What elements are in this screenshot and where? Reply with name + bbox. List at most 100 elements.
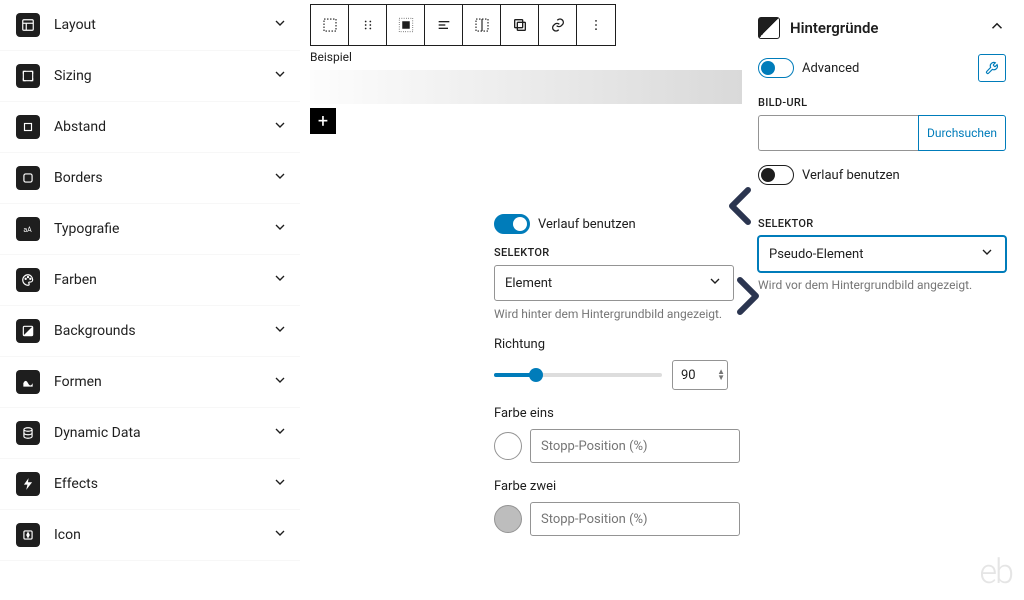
spacing-icon [16, 115, 40, 139]
sidebar-item-label: Icon [54, 527, 272, 543]
color2-label: Farbe zwei [494, 479, 740, 494]
browse-button[interactable]: Durchsuchen [918, 115, 1006, 151]
image-url-input[interactable] [758, 115, 918, 151]
sidebar-item-label: Effects [54, 476, 272, 492]
panel-title: Hintergründe [790, 19, 878, 37]
sidebar-item-label: Dynamic Data [54, 425, 272, 441]
settings-button[interactable] [978, 54, 1006, 82]
sidebar-item-dynamic-data[interactable]: Dynamic Data [0, 408, 300, 459]
selector-caption: SELEKTOR [494, 246, 740, 259]
chevron-down-icon [707, 273, 723, 293]
icon-icon [16, 523, 40, 547]
advanced-toggle[interactable] [758, 58, 794, 78]
sidebar-item-farben[interactable]: Farben [0, 255, 300, 306]
chevron-down-icon [272, 168, 288, 188]
toolbar-width[interactable] [463, 5, 501, 45]
direction-value: 90 [681, 368, 696, 383]
shapes-icon [16, 370, 40, 394]
color1-swatch[interactable] [494, 432, 522, 460]
placeholder-text: Stopp-Position (%) [541, 512, 648, 527]
add-block-button[interactable]: + [310, 108, 336, 134]
placeholder-text: Stopp-Position (%) [541, 439, 648, 454]
typography-icon: aA [16, 217, 40, 241]
colors-icon [16, 268, 40, 292]
color1-label: Farbe eins [494, 406, 740, 421]
selector-dropdown-right[interactable]: Pseudo-Element [758, 236, 1006, 272]
sidebar-item-label: Typografie [54, 221, 272, 237]
sidebar-item-label: Borders [54, 170, 272, 186]
sidebar-item-abstand[interactable]: Abstand [0, 102, 300, 153]
sidebar-item-effects[interactable]: Effects [0, 459, 300, 510]
chevron-down-icon [272, 474, 288, 494]
toolbar-select[interactable] [311, 5, 349, 45]
selector-dropdown[interactable]: Element [494, 265, 734, 301]
use-gradient-label: Verlauf benutzen [802, 168, 900, 183]
chevron-down-icon [272, 372, 288, 392]
color2-swatch[interactable] [494, 505, 522, 533]
chevron-down-icon [272, 15, 288, 35]
sidebar-item-layout[interactable]: Layout [0, 0, 300, 51]
annotation-arrow-left [726, 186, 754, 226]
toolbar-link[interactable] [539, 5, 577, 45]
chevron-down-icon [272, 66, 288, 86]
backgrounds-icon [758, 17, 780, 39]
chevron-down-icon [272, 525, 288, 545]
watermark: eb [980, 552, 1012, 592]
selector-caption: SELEKTOR [758, 217, 1006, 230]
annotation-arrow-right [734, 276, 762, 316]
advanced-label: Advanced [802, 61, 859, 76]
gradient-panel-left: Verlauf benutzen SELEKTOR Element Wird h… [494, 214, 740, 536]
effects-icon [16, 472, 40, 496]
canvas-area: Beispiel + [310, 0, 750, 104]
use-gradient-toggle[interactable] [494, 214, 530, 234]
sidebar-item-icon[interactable]: Icon [0, 510, 300, 561]
chevron-down-icon [272, 321, 288, 341]
svg-text:aA: aA [23, 226, 32, 234]
sidebar-item-label: Backgrounds [54, 323, 272, 339]
toolbar-drag[interactable] [349, 5, 387, 45]
sidebar-item-borders[interactable]: Borders [0, 153, 300, 204]
chevron-down-icon [272, 423, 288, 443]
color2-stop-input[interactable]: Stopp-Position (%) [530, 502, 740, 536]
example-label: Beispiel [310, 50, 750, 64]
url-caption: BILD-URL [758, 96, 1006, 109]
chevron-down-icon [272, 270, 288, 290]
sidebar: Layout Sizing Abstand Borders aA Typogra… [0, 0, 300, 600]
direction-label: Richtung [494, 337, 740, 352]
selector-value: Element [505, 276, 552, 291]
sidebar-item-backgrounds[interactable]: Backgrounds [0, 306, 300, 357]
selector-hint: Wird hinter dem Hintergrundbild angezeig… [494, 307, 740, 321]
selector-value: Pseudo-Element [769, 247, 863, 262]
chevron-down-icon [979, 244, 995, 264]
direction-slider[interactable] [494, 373, 662, 377]
sidebar-item-label: Formen [54, 374, 272, 390]
sizing-icon [16, 64, 40, 88]
toolbar-more[interactable] [577, 5, 615, 45]
sidebar-item-label: Abstand [54, 119, 272, 135]
sidebar-item-label: Layout [54, 17, 272, 33]
toolbar-align[interactable] [425, 5, 463, 45]
block-toolbar [310, 4, 616, 46]
gradient-preview[interactable] [310, 70, 742, 104]
use-gradient-toggle-right[interactable] [758, 165, 794, 185]
chevron-down-icon [272, 219, 288, 239]
sidebar-item-label: Farben [54, 272, 272, 288]
layout-icon [16, 13, 40, 37]
selector-hint: Wird vor dem Hintergrundbild angezeigt. [758, 278, 1006, 292]
sidebar-item-typografie[interactable]: aA Typografie [0, 204, 300, 255]
direction-input[interactable]: 90 ▲▼ [672, 360, 728, 390]
use-gradient-label: Verlauf benutzen [538, 217, 636, 232]
borders-icon [16, 166, 40, 190]
color1-stop-input[interactable]: Stopp-Position (%) [530, 429, 740, 463]
toolbar-duplicate[interactable] [501, 5, 539, 45]
sidebar-item-formen[interactable]: Formen [0, 357, 300, 408]
backgrounds-panel: Hintergründe Advanced BILD-URL Durchsuch… [758, 6, 1006, 292]
sidebar-item-label: Sizing [54, 68, 272, 84]
chevron-up-icon[interactable] [988, 17, 1006, 39]
stepper-icon[interactable]: ▲▼ [717, 369, 725, 381]
database-icon [16, 421, 40, 445]
toolbar-container[interactable] [387, 5, 425, 45]
backgrounds-icon [16, 319, 40, 343]
sidebar-item-sizing[interactable]: Sizing [0, 51, 300, 102]
chevron-down-icon [272, 117, 288, 137]
